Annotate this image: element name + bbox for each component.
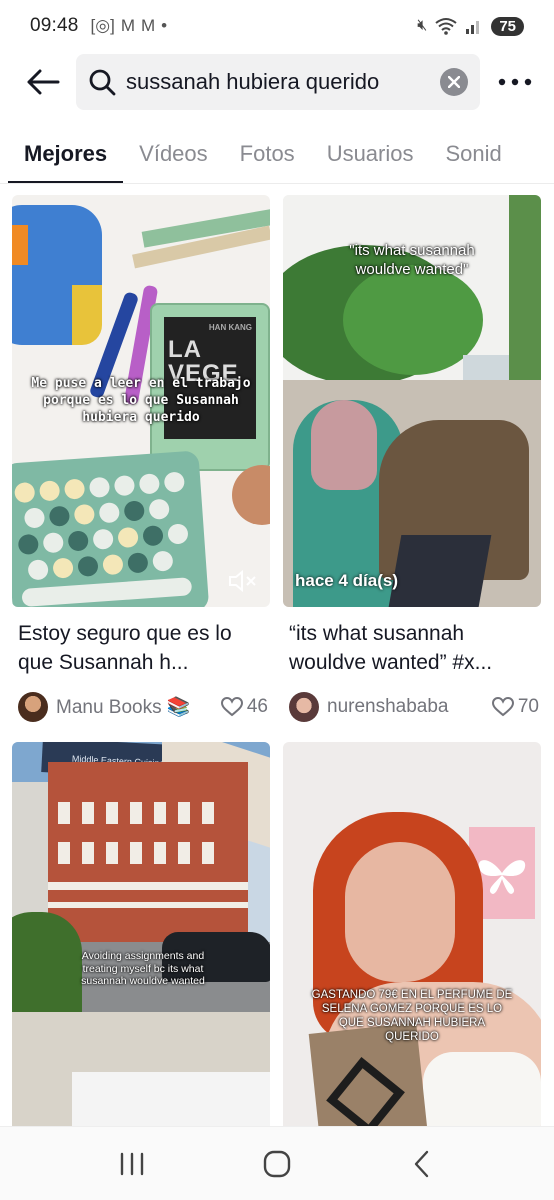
keyboard-image — [12, 450, 210, 607]
book-author: HAN KANG — [208, 323, 252, 332]
mute-status-icon: 🔇︎ — [417, 17, 428, 34]
like-count-value: 70 — [517, 696, 539, 717]
home-button[interactable] — [247, 1134, 307, 1194]
system-nav-bar — [0, 1126, 554, 1200]
plant-image — [343, 265, 483, 375]
author-name[interactable]: nurenshababa — [327, 696, 449, 718]
notification-icons: [◎] M M • — [91, 16, 168, 36]
video-meta: Manu Books 📚 46 — [12, 691, 270, 723]
recent-apps-icon — [121, 1152, 144, 1175]
posted-time: hace 4 día(s) — [295, 571, 398, 590]
tab-label: Usuarios — [326, 140, 414, 166]
video-title[interactable]: “its what susannah wouldve wanted” #x... — [283, 619, 541, 677]
tab-label: Vídeos — [139, 140, 208, 166]
gmail-icon: M — [141, 16, 156, 35]
chevron-left-icon — [414, 1150, 428, 1177]
hand-image — [232, 465, 270, 525]
battery-level: 75 — [499, 17, 516, 35]
clear-search-button[interactable] — [440, 68, 468, 96]
tab-mejores[interactable]: Mejores — [7, 124, 124, 183]
like-count-value: 46 — [246, 696, 268, 717]
video-thumbnail[interactable]: "its what susannah wouldve wanted" hace … — [283, 195, 541, 607]
video-thumbnail[interactable]: GASTANDO 79€ EN EL PERFUME DE SELENA GOM… — [283, 742, 541, 1154]
author-name[interactable]: Manu Books 📚 — [56, 695, 191, 719]
face-image — [345, 842, 455, 982]
video-meta: nurenshababa 70 — [283, 691, 541, 723]
gmail-icon: M — [120, 16, 135, 35]
bottle-tag-image — [12, 225, 28, 265]
video-caption-overlay: Avoiding assignments and treating myself… — [81, 950, 205, 987]
hijab-image — [311, 400, 377, 490]
keyboard-keys — [14, 472, 192, 607]
more-icon — [498, 78, 532, 86]
tab-usuarios[interactable]: Usuarios — [326, 124, 414, 183]
tab-sonidos[interactable]: Sonid — [445, 124, 502, 183]
author-avatar[interactable] — [18, 692, 48, 722]
laptop-image — [388, 535, 492, 607]
heart-icon — [220, 697, 243, 717]
search-input[interactable] — [126, 69, 426, 95]
battery-indicator: 75 — [491, 16, 524, 36]
search-header — [0, 52, 554, 112]
building-windows — [48, 802, 248, 908]
video-thumbnail[interactable]: Middle Eastern Cuisine Avoiding assignme… — [12, 742, 270, 1154]
system-icons: 🔇︎ 75 — [417, 16, 524, 36]
building-image — [48, 762, 248, 952]
result-card[interactable]: Middle Eastern Cuisine Avoiding assignme… — [12, 742, 270, 1154]
tab-label: Fotos — [239, 140, 295, 166]
status-time: 09:48 — [30, 15, 79, 36]
like-count[interactable]: 70 — [491, 696, 541, 718]
search-icon — [89, 69, 116, 96]
more-options-button[interactable] — [490, 57, 540, 107]
home-icon — [263, 1150, 291, 1177]
like-count[interactable]: 46 — [220, 696, 270, 718]
dot-icon: • — [161, 16, 168, 35]
author-avatar[interactable] — [289, 692, 319, 722]
plant-image — [509, 195, 541, 405]
recent-apps-button[interactable] — [102, 1134, 162, 1194]
video-title[interactable]: Estoy seguro que es lo que Susannah h... — [12, 619, 270, 677]
status-bar: 09:48 [◎] M M • 🔇︎ 75 — [0, 0, 554, 52]
muted-icon[interactable] — [228, 569, 258, 593]
back-arrow-icon — [27, 69, 60, 95]
video-thumbnail[interactable]: HAN KANG LA VEGE Me puse a leer en el tr… — [12, 195, 270, 607]
video-caption-overlay: "its what susannah wouldve wanted" — [349, 242, 475, 278]
result-card[interactable]: "its what susannah wouldve wanted" hace … — [283, 195, 541, 723]
result-card[interactable]: HAN KANG LA VEGE Me puse a leer en el tr… — [12, 195, 270, 723]
result-card[interactable]: GASTANDO 79€ EN EL PERFUME DE SELENA GOM… — [283, 742, 541, 1154]
screenshot-icon: [◎] — [90, 16, 115, 35]
heart-icon — [491, 697, 514, 717]
bottle-base-image — [72, 285, 102, 345]
close-icon — [448, 76, 460, 88]
system-back-button[interactable] — [392, 1134, 452, 1194]
signal-icon — [466, 21, 480, 34]
wifi-icon — [435, 18, 457, 35]
tab-fotos[interactable]: Fotos — [239, 124, 295, 183]
tab-videos[interactable]: Vídeos — [139, 124, 208, 183]
result-tabs: Mejores Vídeos Fotos Usuarios Sonid — [0, 124, 554, 184]
video-caption-overlay: Me puse a leer en el trabajo porque es l… — [31, 376, 251, 425]
video-caption-overlay: GASTANDO 79€ EN EL PERFUME DE SELENA GOM… — [311, 989, 513, 1043]
tab-label: Mejores — [24, 140, 108, 166]
search-bar[interactable] — [76, 54, 480, 110]
back-button[interactable] — [18, 57, 68, 107]
tab-label: Sonid — [445, 140, 502, 166]
